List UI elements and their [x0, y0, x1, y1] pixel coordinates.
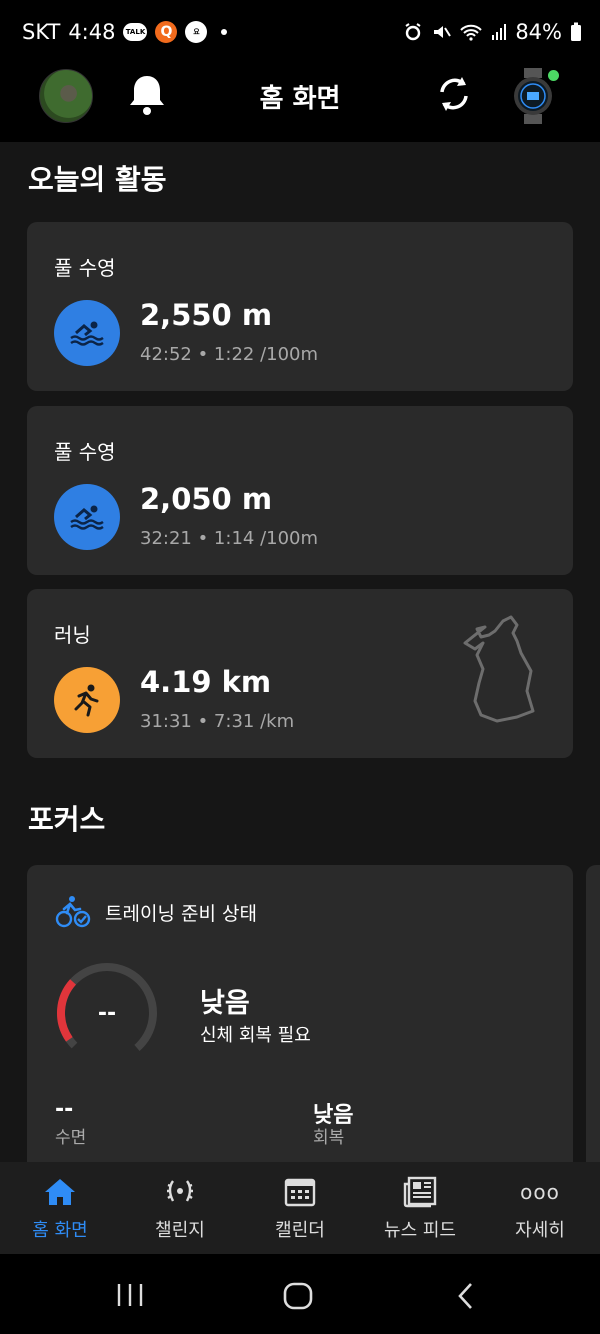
laurel-icon — [162, 1176, 198, 1208]
recent-apps-icon[interactable] — [114, 1282, 146, 1308]
next-focus-card[interactable] — [586, 865, 600, 1162]
readiness-message: 신체 회복 필요 — [200, 1025, 311, 1046]
app-header: 홈 화면 — [0, 48, 600, 142]
activity-type: 러닝 — [54, 623, 91, 647]
activity-detail: 32:21 • 1:14 /100m — [140, 528, 319, 549]
activity-type: 풀 수영 — [54, 256, 116, 280]
avatar[interactable] — [39, 69, 93, 123]
clock: 4:48 — [68, 20, 116, 44]
activity-card[interactable]: 러닝 4.19 km 31:31 • 7:31 /km — [27, 589, 573, 758]
nav-challenges[interactable]: 챌린지 — [120, 1162, 240, 1254]
recovery-label: 회복 — [313, 1128, 345, 1148]
activity-distance: 2,550 m — [140, 298, 273, 332]
mute-icon — [434, 26, 452, 38]
system-navigation-bar — [0, 1254, 600, 1334]
activity-type: 풀 수영 — [54, 440, 116, 464]
device-connected-dot-icon — [548, 70, 559, 81]
readiness-score: -- — [97, 1000, 117, 1026]
training-readiness-card[interactable]: 트레이닝 준비 상태 -- 낮음 신체 회복 필요 -- 수면 낮음 회복 — [27, 865, 573, 1162]
bell-icon[interactable] — [125, 70, 169, 118]
readiness-status: 낮음 — [200, 988, 250, 1019]
carrier: SKT — [22, 20, 61, 44]
newsfeed-icon — [402, 1176, 438, 1208]
swim-icon — [54, 484, 120, 550]
focus-section-title: 포커스 — [28, 803, 106, 836]
activity-card[interactable]: 풀 수영 2,050 m 32:21 • 1:14 /100m — [27, 406, 573, 575]
app-notification-icon: 요 — [185, 21, 208, 43]
signal-icon — [492, 24, 507, 40]
alarm-icon — [405, 23, 421, 41]
nav-more[interactable]: ooo 자세히 — [480, 1162, 600, 1254]
nav-label: 홈 화면 — [32, 1220, 88, 1241]
bottom-navigation: 홈 화면 챌린지 캘린더 뉴스 피드 ooo 자세히 — [0, 1162, 600, 1254]
status-left: SKT 4:48 TALK Q 요 — [22, 20, 228, 44]
home-content: 오늘의 활동 풀 수영 2,550 m 42:52 • 1:22 /100m 풀… — [0, 142, 600, 1162]
activity-distance: 4.19 km — [140, 665, 272, 699]
nav-label: 캘린더 — [275, 1220, 325, 1241]
today-section-title: 오늘의 활동 — [28, 163, 167, 196]
back-icon[interactable] — [454, 1282, 478, 1310]
sleep-label: 수면 — [55, 1128, 87, 1148]
sync-icon[interactable] — [432, 72, 476, 116]
status-right: 84% — [403, 20, 582, 44]
run-icon — [54, 667, 120, 733]
q-notification-icon: Q — [155, 21, 178, 43]
activity-detail: 31:31 • 7:31 /km — [140, 711, 295, 732]
more-notifications-dot-icon — [221, 29, 228, 35]
nav-news-feed[interactable]: 뉴스 피드 — [360, 1162, 480, 1254]
more-glyph: ooo — [520, 1180, 560, 1204]
activity-detail: 42:52 • 1:22 /100m — [140, 344, 319, 365]
sleep-value: -- — [55, 1097, 74, 1122]
page-title: 홈 화면 — [259, 84, 341, 114]
nav-label: 자세히 — [515, 1220, 565, 1241]
activity-card[interactable]: 풀 수영 2,550 m 42:52 • 1:22 /100m — [27, 222, 573, 391]
home-icon — [42, 1176, 78, 1208]
nav-label: 챌린지 — [155, 1220, 205, 1241]
wifi-icon — [460, 24, 483, 41]
training-readiness-header: 트레이닝 준비 상태 — [55, 895, 257, 929]
activity-distance: 2,050 m — [140, 482, 273, 516]
nav-home[interactable]: 홈 화면 — [0, 1162, 120, 1254]
calendar-icon — [282, 1176, 318, 1208]
card-title: 트레이닝 준비 상태 — [105, 902, 257, 925]
nav-label: 뉴스 피드 — [384, 1220, 456, 1241]
swim-icon — [54, 300, 120, 366]
training-readiness-icon — [55, 896, 91, 928]
more-icon: ooo — [520, 1176, 560, 1208]
nav-calendar[interactable]: 캘린더 — [240, 1162, 360, 1254]
home-button-icon[interactable] — [282, 1282, 314, 1310]
route-map-icon — [463, 615, 535, 723]
talk-notification-icon: TALK — [123, 23, 148, 41]
battery-percent: 84% — [515, 20, 562, 44]
battery-icon — [571, 22, 581, 41]
